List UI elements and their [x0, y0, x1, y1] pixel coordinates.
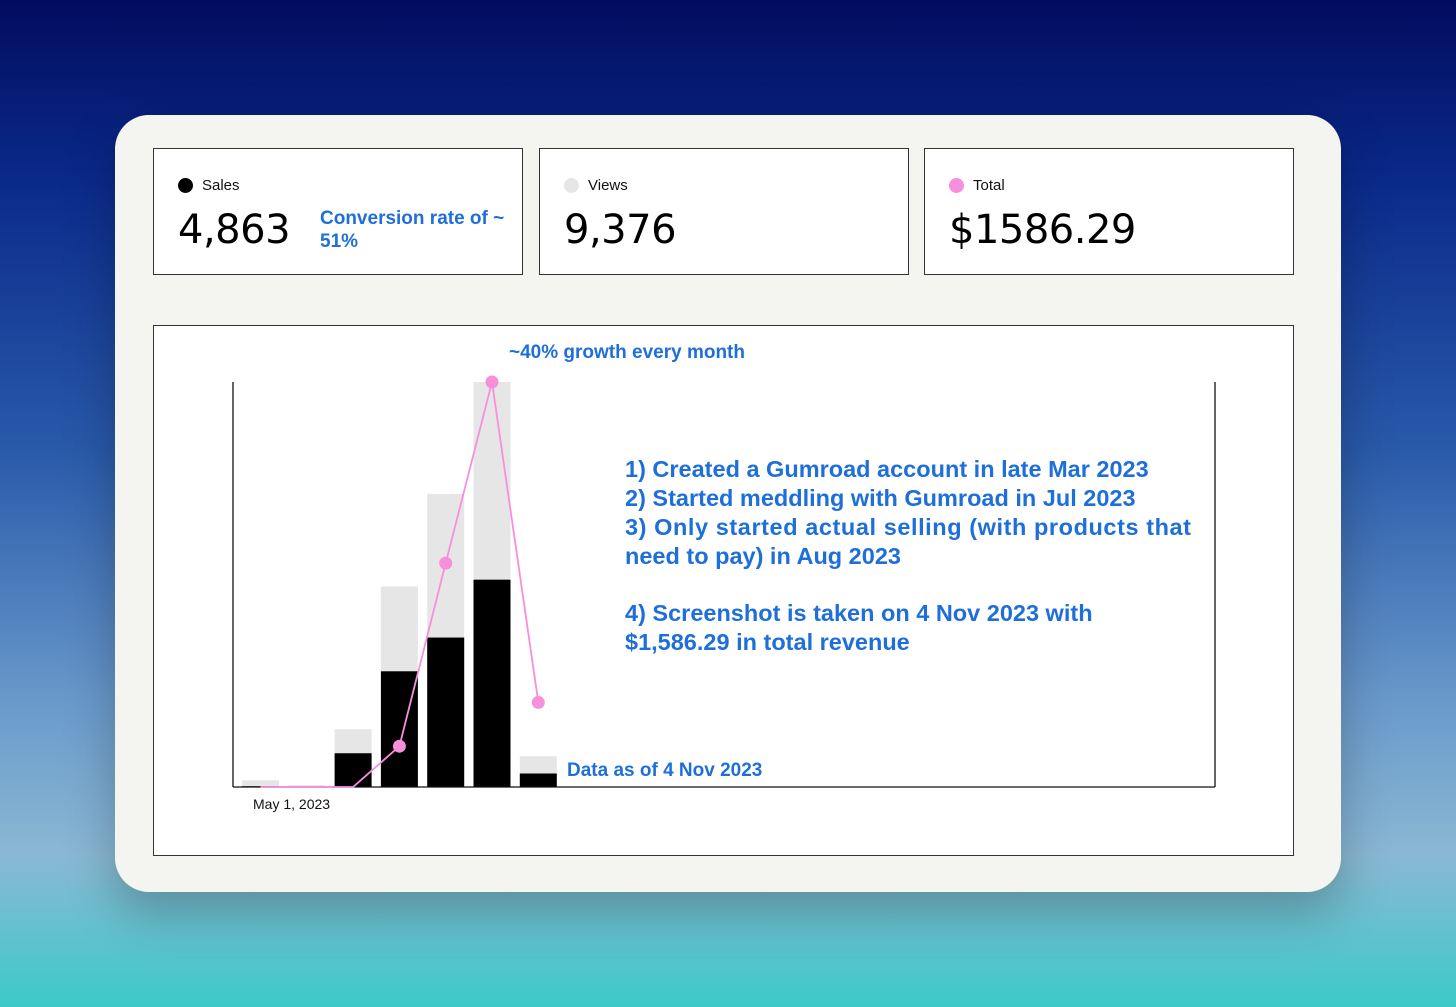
views-bar — [242, 780, 279, 787]
sales-card: Sales 4,863 Conversion rate of ~ 51% — [153, 148, 523, 275]
timeline-note-line: 3) Only started actual selling (with pro… — [625, 514, 1191, 540]
views-label-row: Views — [564, 177, 628, 194]
timeline-note-line: $1,586.29 in total revenue — [625, 629, 910, 655]
sales-label: Sales — [202, 177, 240, 194]
growth-annotation: ~40% growth every month — [509, 342, 745, 363]
total-label-row: Total — [949, 177, 1005, 194]
sales-bar — [427, 637, 465, 787]
total-point — [439, 556, 453, 570]
dashboard-panel: Sales 4,863 Conversion rate of ~ 51% Vie… — [115, 115, 1341, 892]
sales-bar — [380, 671, 418, 787]
total-point — [392, 739, 406, 753]
total-legend-dot — [949, 178, 964, 193]
views-value: 9,376 — [564, 207, 677, 253]
views-card: Views 9,376 — [539, 148, 909, 275]
total-value: $1586.29 — [949, 207, 1136, 253]
total-label: Total — [973, 177, 1005, 194]
sales-label-row: Sales — [178, 177, 240, 194]
data-as-of-annotation: Data as of 4 Nov 2023 — [567, 760, 762, 781]
total-card: Total $1586.29 — [924, 148, 1294, 275]
sales-value: 4,863 — [178, 207, 291, 253]
sales-views-chart: May 1, 2023 ~40% growth every month Data a… — [232, 342, 1216, 812]
sales-legend-dot — [178, 178, 193, 193]
views-legend-dot — [564, 178, 579, 193]
timeline-note-line: need to pay) in Aug 2023 — [625, 543, 901, 569]
sales-bar — [334, 753, 372, 787]
timeline-note-line: 4) Screenshot is taken on 4 Nov 2023 wit… — [625, 600, 1093, 626]
timeline-note-line: 1) Created a Gumroad account in late Mar… — [625, 456, 1149, 482]
chart-card: May 1, 2023 ~40% growth every month Data a… — [153, 325, 1294, 856]
conversion-rate-note: Conversion rate of ~ 51% — [320, 208, 505, 252]
x-tick-label: May 1, 2023 — [253, 796, 330, 812]
timeline-note-line: 2) Started meddling with Gumroad in Jul … — [625, 485, 1136, 511]
total-point — [531, 695, 545, 709]
total-point — [485, 375, 499, 389]
views-label: Views — [588, 177, 628, 194]
sales-bar — [519, 773, 557, 787]
sales-bar — [473, 579, 511, 787]
